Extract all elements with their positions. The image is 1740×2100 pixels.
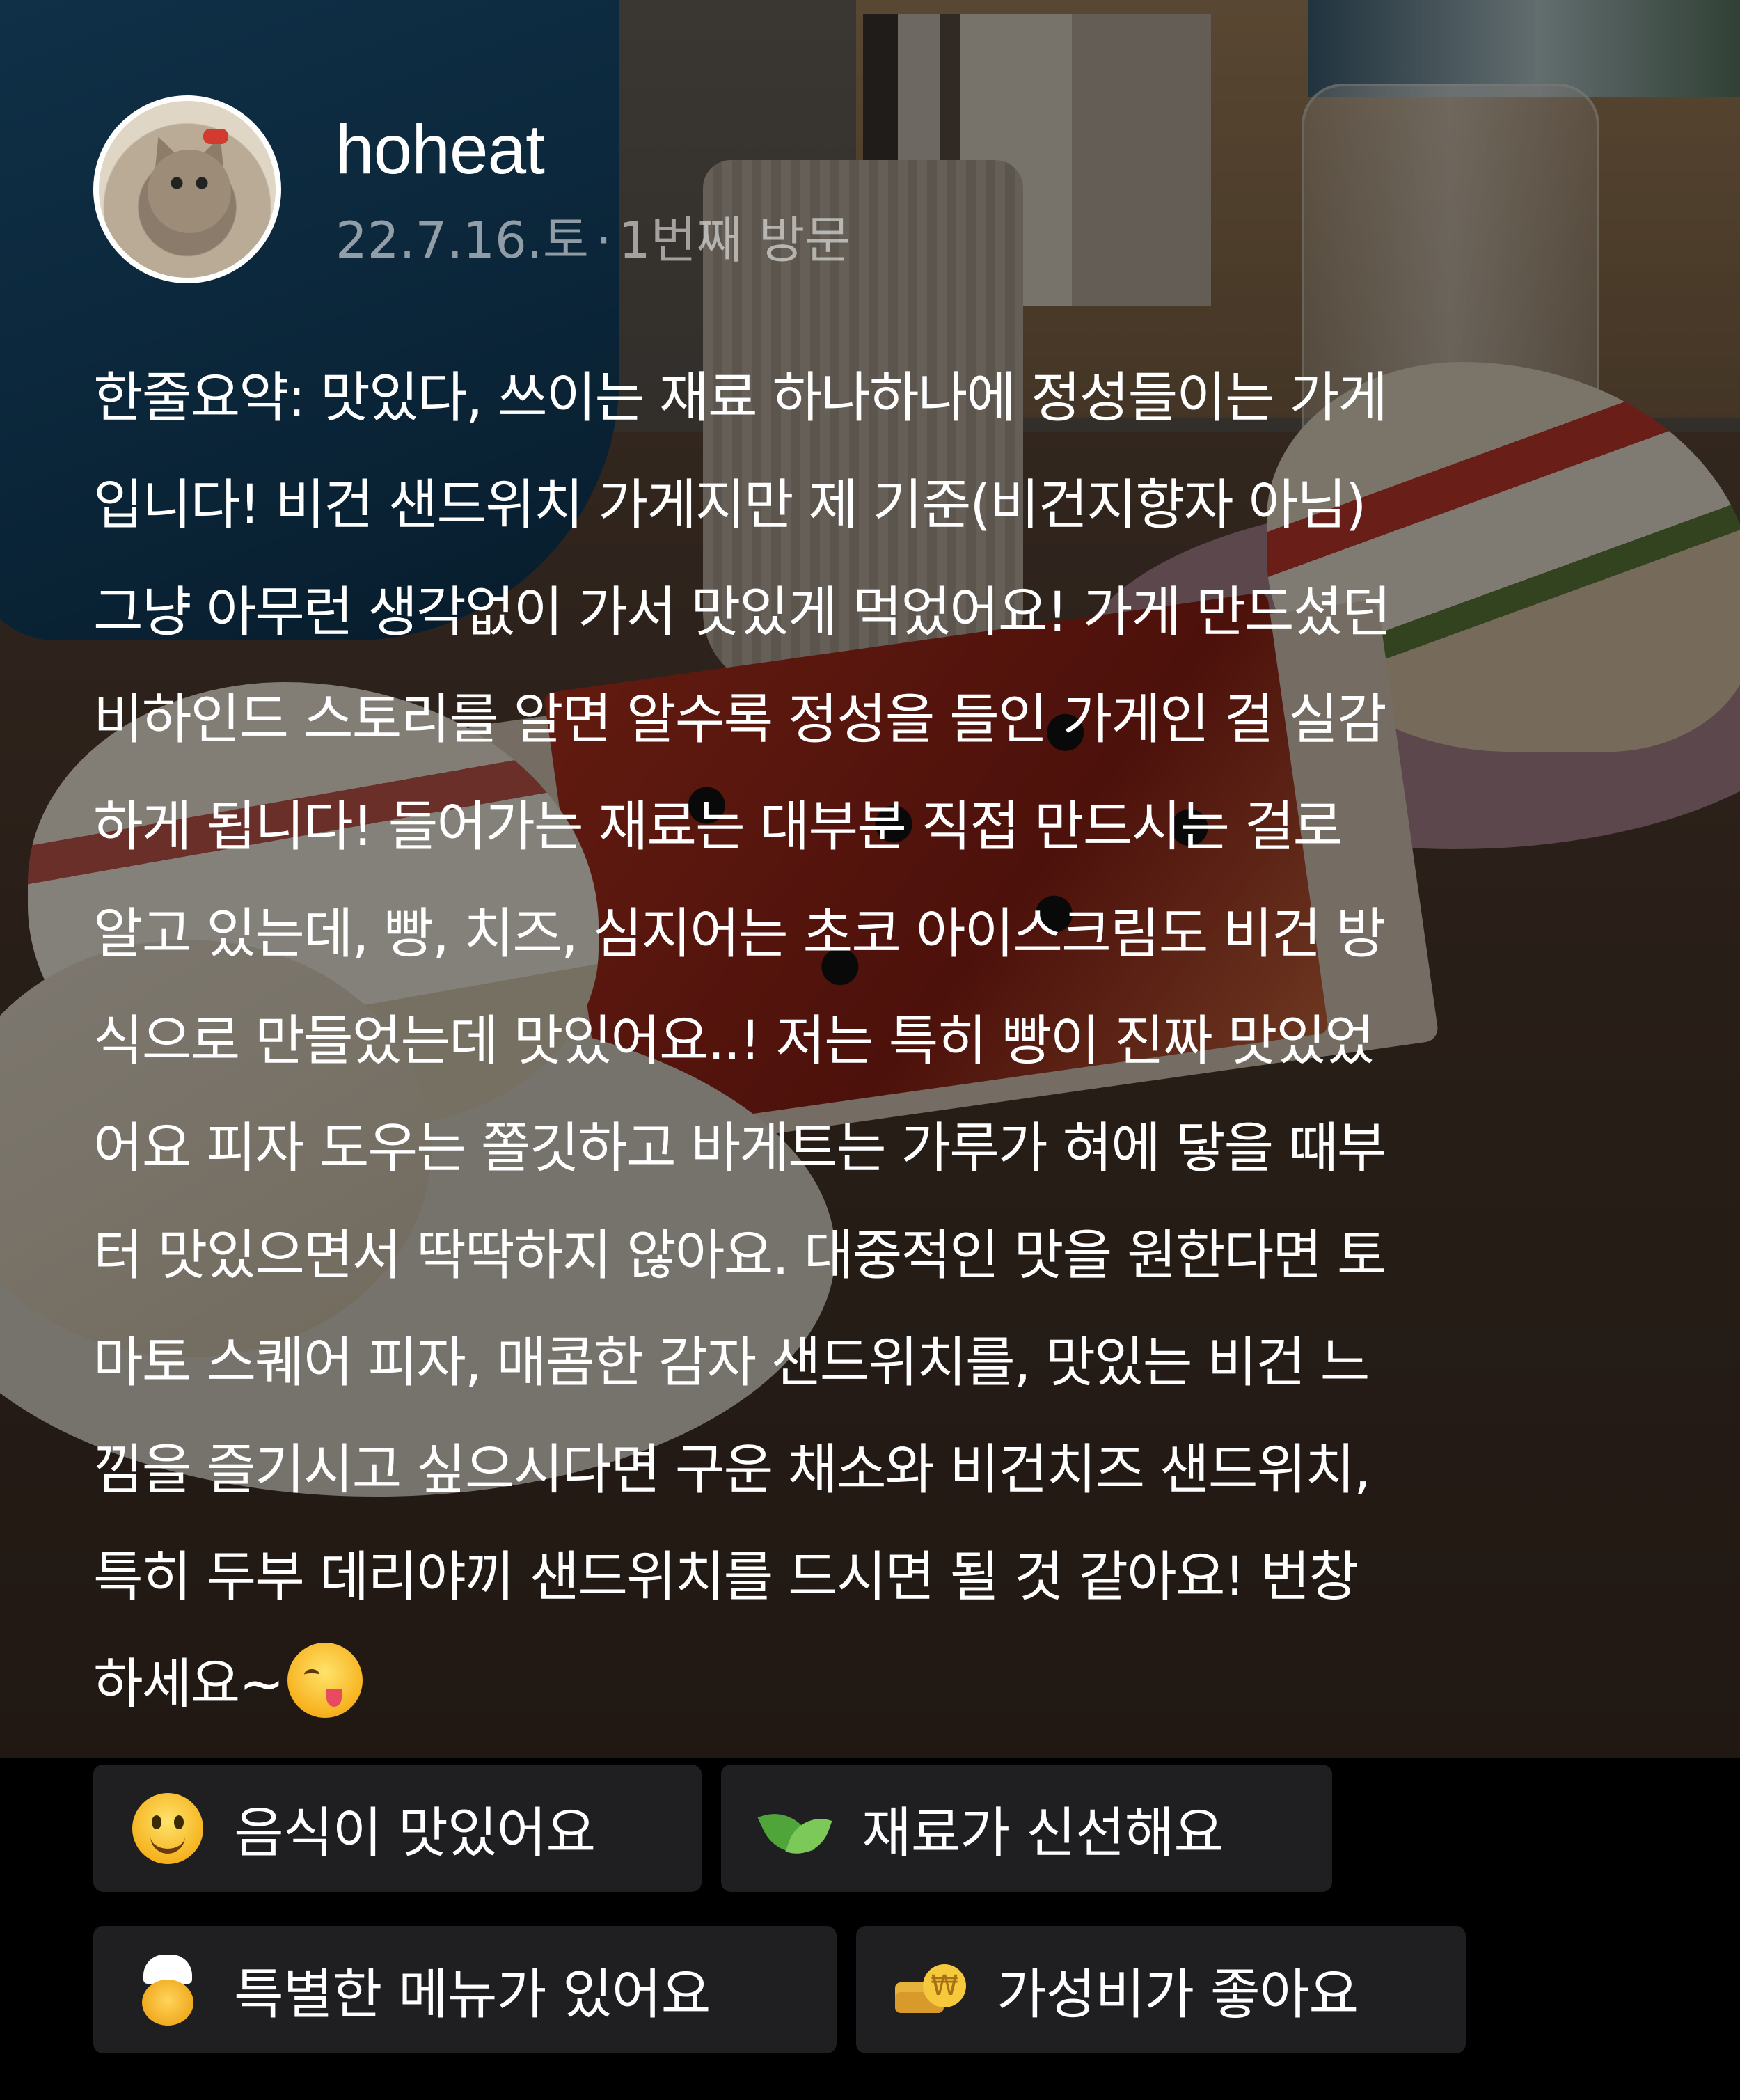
keyword-chip-fresh[interactable]: 재료가 신선해요 (721, 1765, 1332, 1892)
review-line: 낌을 즐기시고 싶으시다면 구운 채소와 비건치즈 샌드위치, (93, 1439, 1371, 1501)
review-line: 마토 스퀘어 피자, 매콤한 감자 샌드위치를, 맛있는 비건 느 (93, 1332, 1370, 1394)
review-body: 한줄요약: 맛있다, 쓰이는 재료 하나하나에 정성들이는 가게 입니다! 비건… (93, 345, 1673, 1738)
review-line: 하게 됩니다! 들어가는 재료는 대부분 직접 만드시는 걸로 (93, 796, 1343, 858)
username[interactable]: hoheat (335, 108, 545, 191)
visit-count: 1번째 방문 (618, 211, 851, 269)
review-line: 특히 두부 데리야끼 샌드위치를 드시면 될 것 같아요! 번창 (93, 1546, 1359, 1609)
keyword-chips: 음식이 맛있어요 재료가 신선해요 특별한 메뉴가 있어요 가성비가 좋아요 (0, 1758, 1740, 2100)
keyword-label: 가성비가 좋아요 (997, 1963, 1359, 2026)
review-line: 어요 피자 도우는 쫄깃하고 바게트는 가루가 혀에 닿을 때부 (93, 1117, 1387, 1180)
keyword-label: 음식이 맛있어요 (234, 1801, 596, 1865)
keyword-chip-special-menu[interactable]: 특별한 메뉴가 있어요 (93, 1926, 837, 2053)
review-meta: 22.7.16.토 · 1번째 방문 (335, 209, 851, 271)
yum-face-emoji (287, 1643, 363, 1718)
keyword-chip-tasty[interactable]: 음식이 맛있어요 (93, 1765, 702, 1892)
review-line: 입니다! 비건 샌드위치 가게지만 제 기준(비건지향자 아님) (93, 474, 1366, 537)
review-line-text: 하세요~ (93, 1653, 285, 1716)
review-line: 터 맛있으면서 딱딱하지 않아요. 대중적인 맛을 원한다면 토 (93, 1224, 1387, 1287)
review-date: 22.7.16.토 (335, 211, 589, 269)
keyword-label: 재료가 신선해요 (862, 1801, 1224, 1865)
review-line: 알고 있는데, 빵, 치즈, 심지어는 초코 아이스크림도 비건 방 (93, 903, 1386, 965)
review-line-last: 하세요~ (93, 1631, 1673, 1738)
review-line: 식으로 만들었는데 맛있어요..! 저는 특히 빵이 진짜 맛있었 (93, 1010, 1375, 1073)
leaf-icon (760, 1793, 831, 1864)
meta-separator: · (595, 211, 612, 269)
smiling-face-icon (132, 1792, 203, 1864)
review-line: 그냥 아무런 생각없이 가서 맛있게 먹었어요! 가게 만드셨던 (93, 581, 1391, 644)
coin-icon (895, 1955, 966, 2026)
review-line: 한줄요약: 맛있다, 쓰이는 재료 하나하나에 정성들이는 가게 (93, 367, 1388, 429)
keyword-chip-value[interactable]: 가성비가 좋아요 (856, 1926, 1466, 2053)
avatar[interactable] (93, 95, 281, 283)
keyword-label: 특별한 메뉴가 있어요 (234, 1963, 711, 2026)
review-line: 비하인드 스토리를 알면 알수록 정성을 들인 가게인 걸 실감 (93, 688, 1387, 751)
chef-icon (132, 1954, 203, 2026)
